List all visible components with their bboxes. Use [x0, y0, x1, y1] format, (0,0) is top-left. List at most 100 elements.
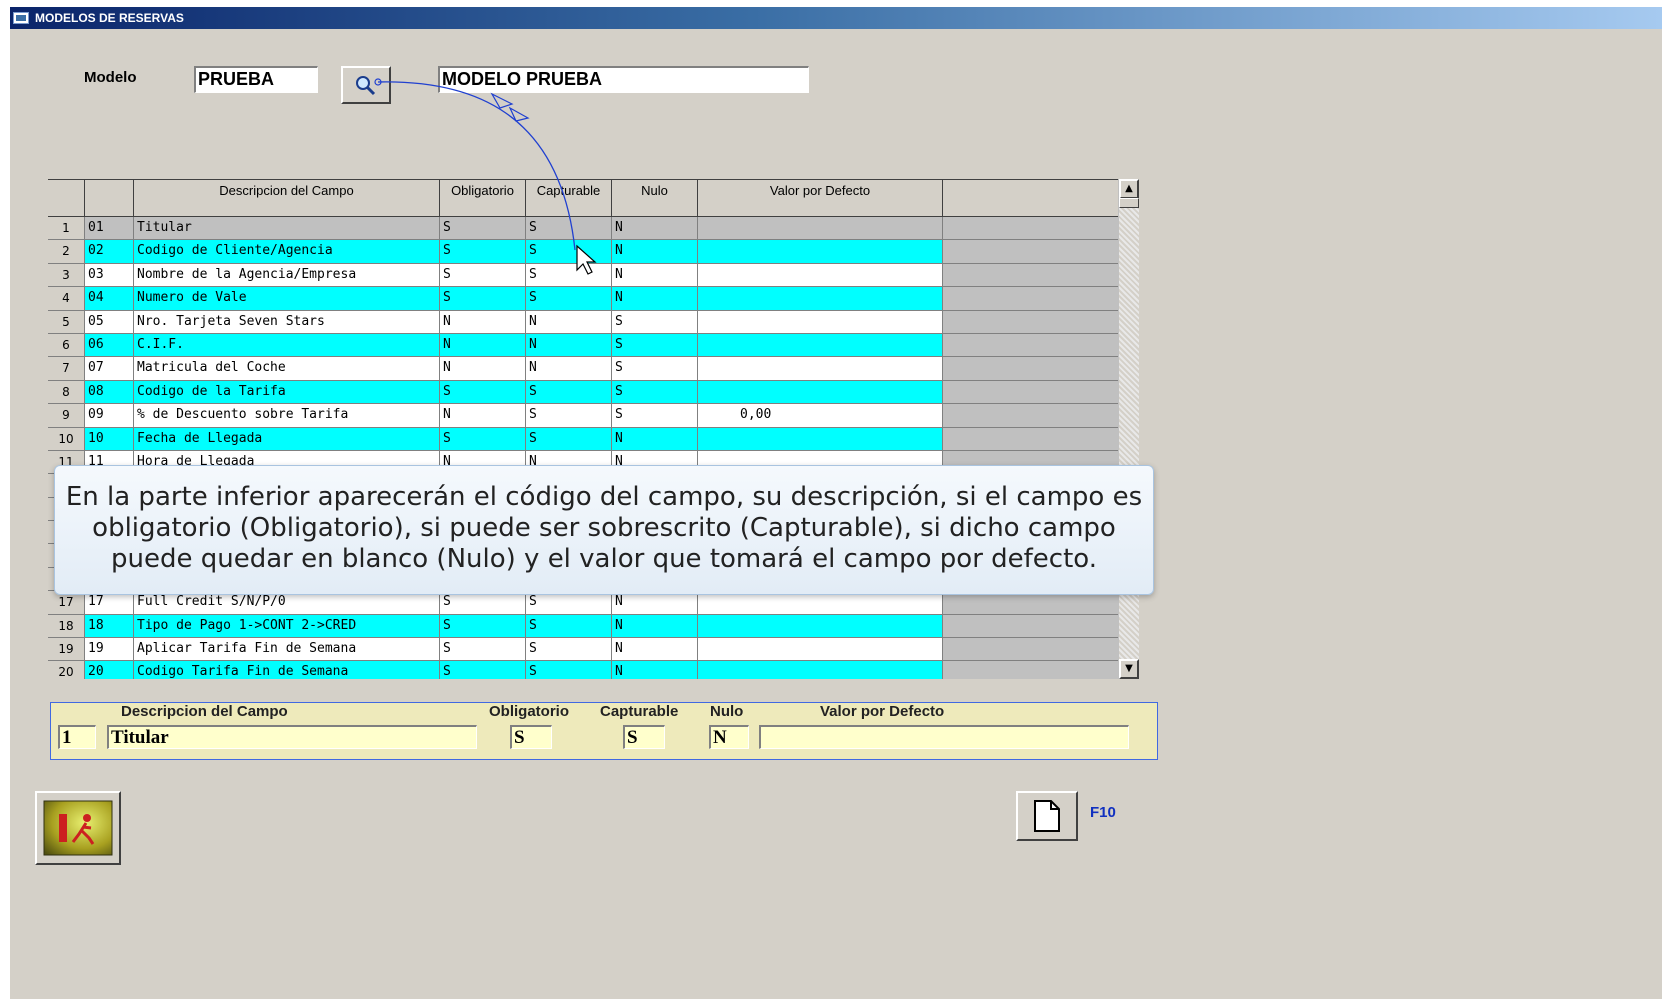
- field-capturable[interactable]: N: [526, 357, 612, 381]
- field-obligatorio[interactable]: N: [440, 310, 526, 334]
- field-nulo[interactable]: N: [612, 638, 698, 662]
- field-obligatorio[interactable]: N: [440, 357, 526, 381]
- field-capturable[interactable]: S: [526, 217, 612, 241]
- field-description[interactable]: Titular: [134, 217, 440, 241]
- detail-nulo-field[interactable]: N: [709, 725, 749, 749]
- field-code[interactable]: 06: [85, 333, 134, 358]
- field-capturable[interactable]: S: [526, 240, 612, 264]
- field-code[interactable]: 10: [85, 427, 134, 451]
- field-code[interactable]: 02: [85, 240, 134, 264]
- field-description[interactable]: C.I.F.: [134, 333, 440, 358]
- field-valor-defecto[interactable]: [698, 310, 943, 334]
- exit-button[interactable]: [35, 791, 121, 865]
- field-description[interactable]: Codigo Tarifa Fin de Semana: [134, 661, 440, 679]
- table-row[interactable]: 4 04 Numero de Vale S S N: [48, 287, 1118, 311]
- field-description[interactable]: Numero de Vale: [134, 287, 440, 311]
- detail-valor-field[interactable]: [759, 725, 1129, 749]
- field-obligatorio[interactable]: S: [440, 240, 526, 264]
- scroll-up-button[interactable]: ▲: [1119, 179, 1139, 199]
- header-descripcion[interactable]: Descripcion del Campo: [134, 179, 440, 217]
- table-row[interactable]: 18 18 Tipo de Pago 1->CONT 2->CRED S S N: [48, 614, 1118, 639]
- modelo-code-field[interactable]: PRUEBA: [194, 66, 318, 93]
- scroll-down-button[interactable]: ▼: [1119, 659, 1139, 679]
- search-button[interactable]: [341, 66, 391, 104]
- field-description[interactable]: Tipo de Pago 1->CONT 2->CRED: [134, 614, 440, 639]
- field-nulo[interactable]: S: [612, 357, 698, 381]
- field-description[interactable]: Matricula del Coche: [134, 357, 440, 381]
- field-capturable[interactable]: S: [526, 661, 612, 679]
- field-nulo[interactable]: N: [612, 661, 698, 679]
- field-code[interactable]: 01: [85, 217, 134, 241]
- field-obligatorio[interactable]: S: [440, 287, 526, 311]
- field-nulo[interactable]: S: [612, 404, 698, 428]
- field-valor-defecto[interactable]: [698, 287, 943, 311]
- field-obligatorio[interactable]: S: [440, 427, 526, 451]
- field-obligatorio[interactable]: S: [440, 614, 526, 639]
- field-description[interactable]: % de Descuento sobre Tarifa: [134, 404, 440, 428]
- header-obligatorio[interactable]: Obligatorio: [440, 179, 526, 217]
- field-code[interactable]: 20: [85, 661, 134, 679]
- field-capturable[interactable]: S: [526, 638, 612, 662]
- field-valor-defecto[interactable]: [698, 614, 943, 639]
- grid-scrollbar[interactable]: ▲ ▼: [1119, 179, 1139, 679]
- field-code[interactable]: 03: [85, 263, 134, 288]
- table-row[interactable]: 5 05 Nro. Tarjeta Seven Stars N N S: [48, 310, 1118, 334]
- field-obligatorio[interactable]: S: [440, 263, 526, 288]
- field-valor-defecto[interactable]: [698, 661, 943, 679]
- detail-desc-field[interactable]: Titular: [107, 725, 477, 749]
- field-nulo[interactable]: N: [612, 287, 698, 311]
- field-description[interactable]: Nombre de la Agencia/Empresa: [134, 263, 440, 288]
- field-valor-defecto[interactable]: [698, 263, 943, 288]
- field-capturable[interactable]: N: [526, 310, 612, 334]
- field-code[interactable]: 08: [85, 380, 134, 405]
- field-obligatorio[interactable]: N: [440, 404, 526, 428]
- header-nulo[interactable]: Nulo: [612, 179, 698, 217]
- field-description[interactable]: Fecha de Llegada: [134, 427, 440, 451]
- field-obligatorio[interactable]: S: [440, 217, 526, 241]
- field-code[interactable]: 18: [85, 614, 134, 639]
- table-row[interactable]: 1 01 Titular S S N: [48, 217, 1118, 241]
- field-code[interactable]: 04: [85, 287, 134, 311]
- field-description[interactable]: Aplicar Tarifa Fin de Semana: [134, 638, 440, 662]
- field-valor-defecto[interactable]: [698, 638, 943, 662]
- modelo-name-field[interactable]: MODELO PRUEBA: [438, 66, 809, 93]
- table-row[interactable]: 7 07 Matricula del Coche N N S: [48, 357, 1118, 381]
- field-capturable[interactable]: S: [526, 427, 612, 451]
- field-capturable[interactable]: N: [526, 333, 612, 358]
- field-nulo[interactable]: S: [612, 380, 698, 405]
- header-valor-defecto[interactable]: Valor por Defecto: [698, 179, 943, 217]
- table-row[interactable]: 6 06 C.I.F. N N S: [48, 333, 1118, 358]
- field-valor-defecto[interactable]: [698, 357, 943, 381]
- field-obligatorio[interactable]: N: [440, 333, 526, 358]
- field-obligatorio[interactable]: S: [440, 380, 526, 405]
- field-code[interactable]: 05: [85, 310, 134, 334]
- field-nulo[interactable]: N: [612, 217, 698, 241]
- field-description[interactable]: Codigo de la Tarifa: [134, 380, 440, 405]
- field-nulo[interactable]: N: [612, 427, 698, 451]
- field-valor-defecto[interactable]: [698, 240, 943, 264]
- detail-oblig-field[interactable]: S: [510, 725, 552, 749]
- table-row[interactable]: 9 09% de Descuento sobre Tarifa N S S 0,00: [48, 404, 1118, 428]
- field-valor-defecto[interactable]: [698, 380, 943, 405]
- field-valor-defecto[interactable]: [698, 333, 943, 358]
- detail-code-field[interactable]: 1: [58, 725, 96, 749]
- field-obligatorio[interactable]: S: [440, 661, 526, 679]
- field-code[interactable]: 09: [85, 404, 134, 428]
- field-capturable[interactable]: S: [526, 263, 612, 288]
- field-nulo[interactable]: S: [612, 310, 698, 334]
- field-nulo[interactable]: N: [612, 240, 698, 264]
- table-row[interactable]: 2 02 Codigo de Cliente/Agencia S S N: [48, 240, 1118, 264]
- field-nulo[interactable]: N: [612, 614, 698, 639]
- table-row[interactable]: 20 20 Codigo Tarifa Fin de Semana S S N: [48, 661, 1118, 679]
- field-nulo[interactable]: N: [612, 263, 698, 288]
- field-valor-defecto[interactable]: [698, 217, 943, 241]
- table-row[interactable]: 3 03 Nombre de la Agencia/Empresa S S N: [48, 263, 1118, 288]
- table-row[interactable]: 19 19 Aplicar Tarifa Fin de Semana S S N: [48, 638, 1118, 662]
- field-capturable[interactable]: S: [526, 614, 612, 639]
- field-valor-defecto[interactable]: 0,00: [698, 404, 943, 428]
- field-obligatorio[interactable]: S: [440, 638, 526, 662]
- new-document-button[interactable]: [1016, 791, 1078, 841]
- field-description[interactable]: Nro. Tarjeta Seven Stars: [134, 310, 440, 334]
- field-valor-defecto[interactable]: [698, 427, 943, 451]
- field-code[interactable]: 07: [85, 357, 134, 381]
